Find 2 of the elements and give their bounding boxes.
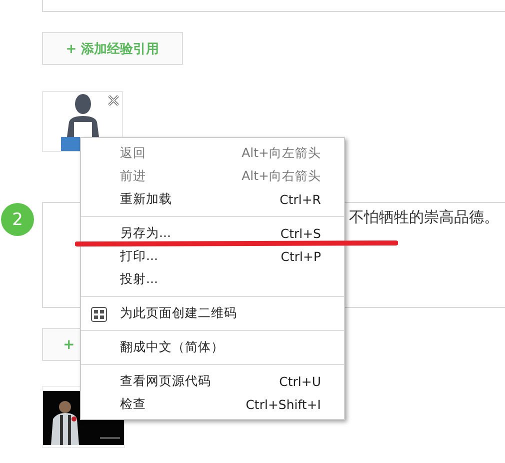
- step-number: 2: [1, 203, 34, 236]
- step-text: 不怕牺牲的崇高品德。: [349, 208, 499, 227]
